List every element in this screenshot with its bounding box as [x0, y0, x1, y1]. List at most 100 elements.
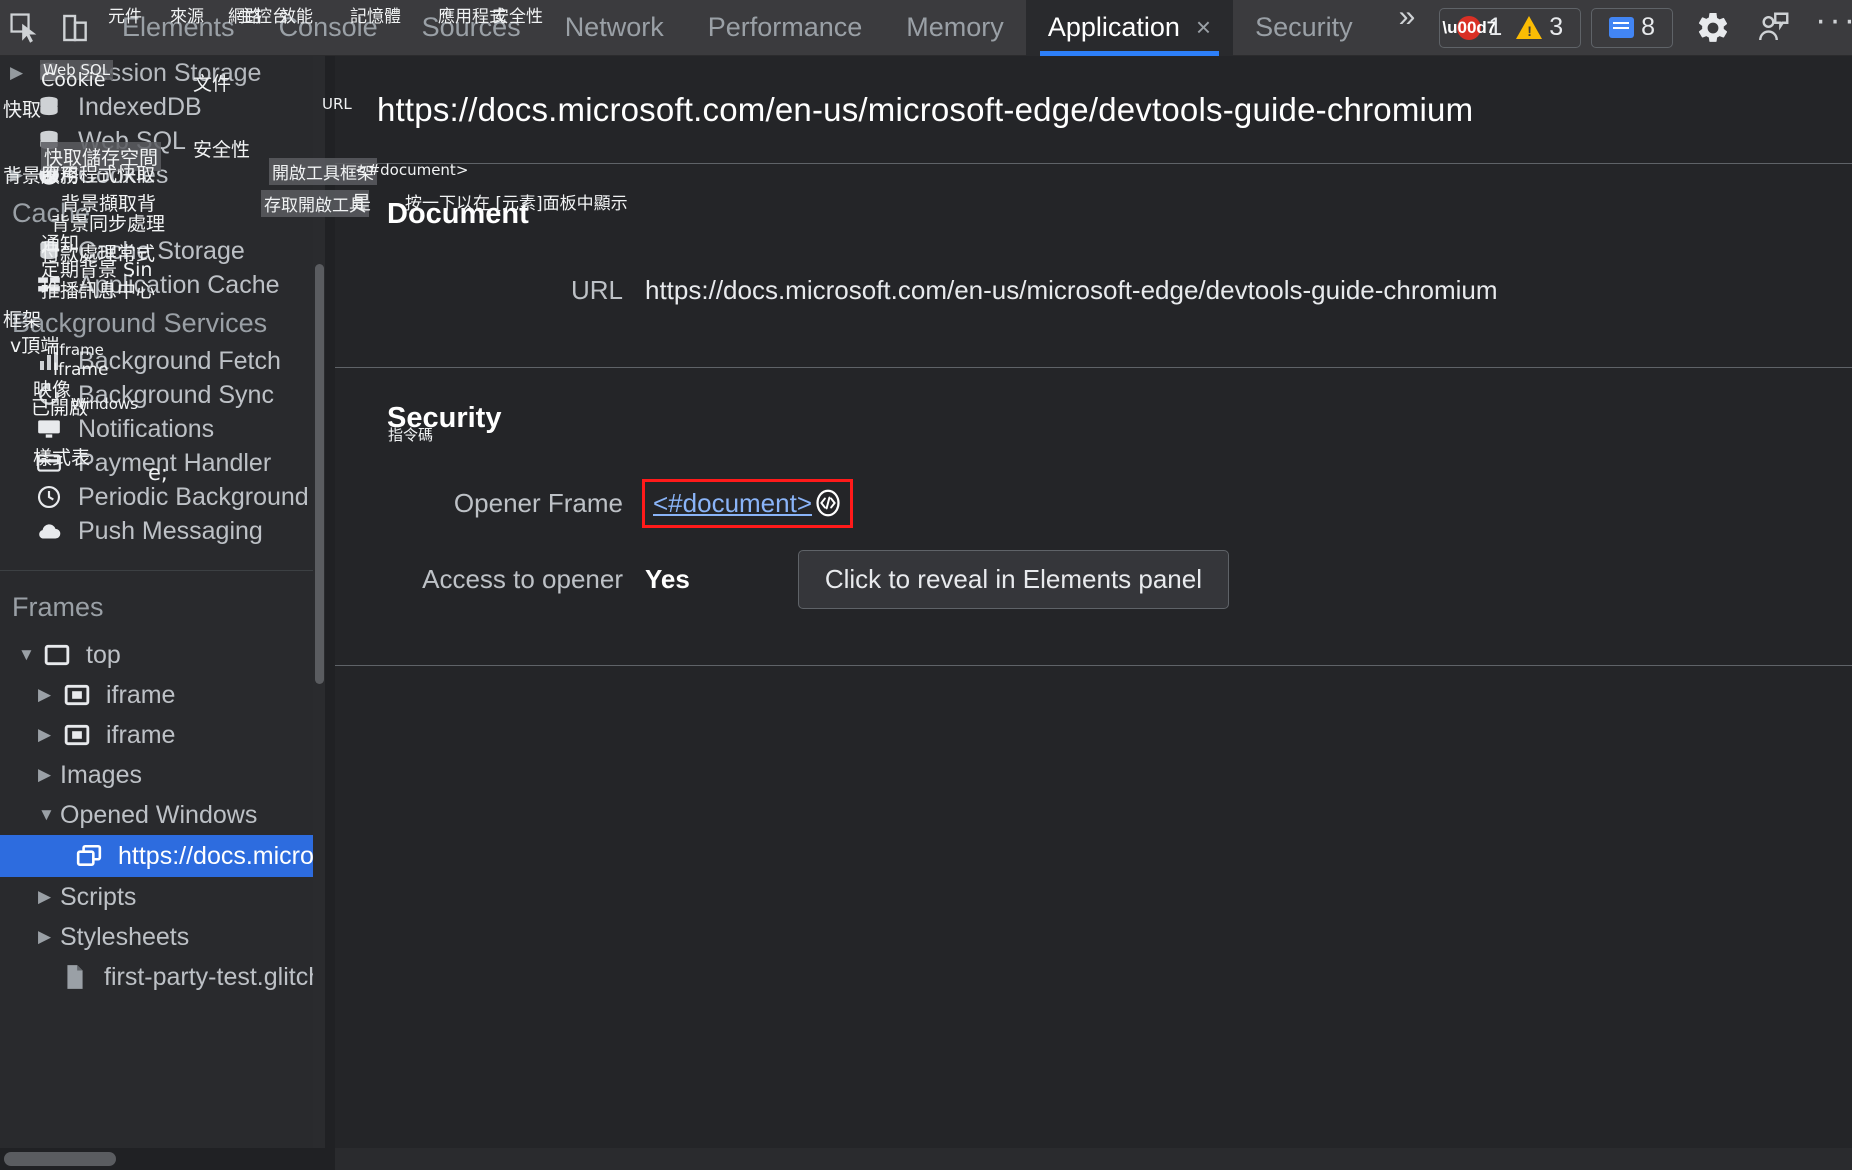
sidebar-item-label: Stylesheets: [60, 922, 190, 951]
access-to-opener-row: Access to opener Yes Click to reveal in …: [335, 541, 1852, 617]
database-icon: [32, 59, 66, 87]
warning-count: 3: [1549, 13, 1564, 41]
code-brackets-icon[interactable]: [814, 489, 842, 517]
sidebar-item-application-cache[interactable]: Application Cache: [0, 268, 313, 302]
sidebar-item-frame-scripts[interactable]: ▶ Scripts: [0, 877, 313, 917]
document-url-value: https://docs.microsoft.com/en-us/microso…: [645, 274, 1498, 305]
sidebar-item-label: iframe: [106, 720, 176, 749]
monitor-icon: [32, 415, 66, 443]
more-options-icon[interactable]: ···: [1815, 1, 1852, 54]
sidebar-item-payment-handler[interactable]: Payment Handler: [0, 446, 313, 480]
sidebar-item-label: Payment Handler: [78, 448, 272, 477]
cookie-icon: [32, 161, 66, 189]
sidebar-item-push-messaging[interactable]: Push Messaging: [0, 514, 313, 548]
sidebar-item-frame-images[interactable]: ▶ Images: [0, 755, 313, 795]
sidebar-item-session-storage[interactable]: ▶ Session Storage: [0, 56, 313, 90]
device-toolbar-icon[interactable]: [50, 3, 100, 53]
section-title-security: Security: [387, 402, 502, 434]
access-to-opener-key: Access to opener: [422, 563, 623, 594]
panel-bottom-bar: [335, 1148, 1852, 1170]
settings-gear-icon[interactable]: [1695, 10, 1731, 46]
error-badge[interactable]: \u00d7 1: [1442, 13, 1502, 42]
page-url-header: https://docs.microsoft.com/en-us/microso…: [335, 56, 1852, 164]
security-section: Security Opener Frame <#document> Access…: [335, 368, 1852, 666]
sidebar-item-frame-stylesheets[interactable]: ▶ Stylesheets: [0, 917, 313, 957]
tab-sources[interactable]: Sources: [400, 0, 543, 56]
sidebar-horizontal-scrollbar-thumb[interactable]: [4, 1152, 116, 1166]
sidebar-item-frame-iframe-1[interactable]: ▶ iframe: [0, 675, 313, 715]
chevron-right-icon[interactable]: ▶: [38, 685, 60, 705]
panel-tabs: Elements Console Sources Network Perform…: [100, 0, 1439, 56]
sidebar-item-web-sql[interactable]: Web SQL: [0, 124, 313, 158]
sidebar-section-background-services: Background Services: [12, 307, 268, 338]
sidebar-item-label: Images: [60, 760, 142, 789]
clock-icon: [32, 483, 66, 511]
sidebar-item-periodic-background-sync[interactable]: Periodic Background Sync: [0, 480, 313, 514]
chevron-right-icon[interactable]: ▶: [38, 887, 60, 907]
sidebar-section-cache: Cache: [12, 197, 91, 228]
sync-arrow-icon: [32, 381, 66, 409]
sidebar-horizontal-scrollbar-track[interactable]: [0, 1148, 335, 1170]
sidebar-item-frame-iframe-2[interactable]: ▶ iframe: [0, 715, 313, 755]
chevron-right-icon[interactable]: ▶: [10, 165, 32, 185]
chevron-right-icon[interactable]: ▶: [38, 725, 60, 745]
tab-security[interactable]: Security: [1233, 0, 1375, 56]
file-icon: [58, 963, 92, 991]
tab-memory[interactable]: Memory: [884, 0, 1026, 56]
sidebar-scrollbar-thumb[interactable]: [315, 264, 324, 684]
tab-label: Performance: [707, 12, 863, 42]
sidebar-item-cookies[interactable]: ▶ Cookies: [0, 158, 313, 192]
tab-performance[interactable]: Performance: [686, 0, 885, 56]
message-badge[interactable]: 8: [1609, 13, 1655, 42]
opener-frame-highlight-box[interactable]: <#document>: [641, 478, 854, 528]
frame-details-panel: https://docs.microsoft.com/en-us/microso…: [335, 56, 1852, 1170]
devtools-window: Elements Console Sources Network Perform…: [0, 0, 1852, 1170]
tab-label: Console: [278, 12, 378, 42]
iframe-icon: [60, 681, 94, 709]
sidebar-item-notifications[interactable]: Notifications: [0, 412, 313, 446]
sidebar-item-label: Cache Storage: [78, 236, 245, 265]
tab-network[interactable]: Network: [543, 0, 686, 56]
security-section-body: Opener Frame <#document> Access to opene…: [335, 465, 1852, 665]
chevron-right-icon[interactable]: ▶: [38, 765, 60, 785]
sidebar-item-label: Background Sync: [78, 380, 274, 409]
issues-badge-group[interactable]: \u00d7 1 3: [1439, 7, 1582, 48]
inspect-cursor-icon[interactable]: [0, 3, 50, 53]
bars-icon: [32, 347, 66, 375]
reveal-in-elements-button[interactable]: Click to reveal in Elements panel: [797, 549, 1230, 609]
sidebar-item-label: Push Messaging: [78, 516, 263, 545]
document-url-key: URL: [570, 274, 623, 305]
iframe-icon: [60, 721, 94, 749]
opener-frame-link[interactable]: <#document>: [653, 488, 812, 519]
frame-icon: [40, 641, 74, 669]
tab-application[interactable]: Application ×: [1025, 0, 1234, 56]
database-icon: [32, 237, 66, 265]
chevron-right-icon[interactable]: ▶: [10, 63, 32, 83]
chevron-down-icon[interactable]: ▼: [18, 645, 40, 665]
sidebar-item-indexeddb[interactable]: IndexedDB: [0, 90, 313, 124]
sidebar-item-cache-storage[interactable]: Cache Storage: [0, 234, 313, 268]
more-tabs-icon[interactable]: »: [1375, 0, 1440, 56]
warning-badge[interactable]: 3: [1516, 13, 1563, 42]
feedback-person-icon[interactable]: [1755, 10, 1791, 46]
document-url-row: URL https://docs.microsoft.com/en-us/mic…: [335, 261, 1852, 319]
chevron-right-icon[interactable]: ▶: [38, 927, 60, 947]
sidebar-item-background-sync[interactable]: Background Sync: [0, 378, 313, 412]
application-sidebar[interactable]: ▶ Session Storage IndexedDB Web SQL ▶ Co…: [0, 56, 313, 1170]
sidebar-item-frame-opened-windows[interactable]: ▼ Opened Windows: [0, 795, 313, 835]
sidebar-item-frame-top[interactable]: ▼ top: [0, 635, 313, 675]
sidebar-item-stylesheet-file[interactable]: first-party-test.glitch.me: [0, 957, 313, 997]
sidebar-item-label: https://docs.microsoft: [118, 841, 313, 870]
tab-elements[interactable]: Elements: [100, 0, 257, 56]
tab-label: Memory: [906, 12, 1004, 42]
tab-label: Network: [564, 12, 664, 42]
sidebar-item-label: Scripts: [60, 882, 137, 911]
error-icon: \u00d7: [1442, 15, 1496, 40]
sidebar-item-background-fetch[interactable]: Background Fetch: [0, 344, 313, 378]
sidebar-item-opened-window-docs[interactable]: https://docs.microsoft: [0, 835, 313, 877]
appcache-icon: [32, 271, 66, 299]
tab-console[interactable]: Console: [257, 0, 400, 56]
close-icon[interactable]: ×: [1196, 12, 1211, 43]
messages-badge-group[interactable]: 8: [1591, 7, 1674, 48]
chevron-down-icon[interactable]: ▼: [38, 805, 60, 825]
